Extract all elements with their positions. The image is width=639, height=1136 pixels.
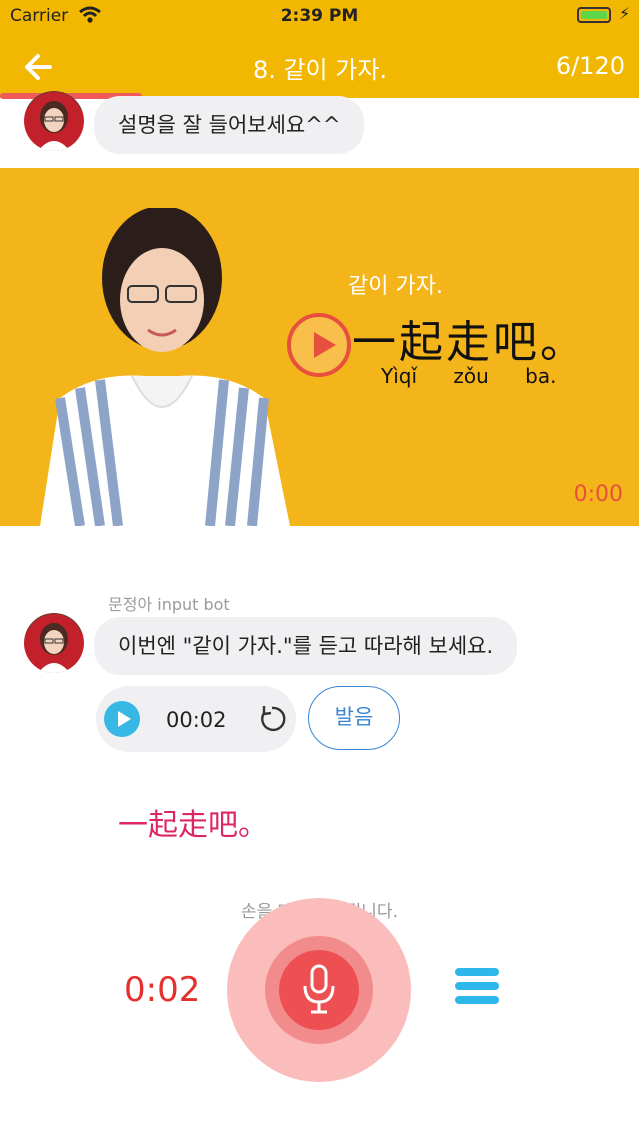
menu-icon[interactable] (455, 968, 499, 1008)
teacher-image (40, 208, 290, 526)
lesson-counter: 6/120 (555, 52, 625, 80)
answer-hanzi: 一起走吧。 (118, 808, 268, 843)
page-title: 8. 같이 가자. (252, 56, 388, 84)
bot-name: 문정아 input bot (108, 595, 230, 614)
video-hanzi: 一起走吧。 (352, 317, 587, 368)
video-pinyin: Yìqǐ zǒu ba. (381, 364, 557, 388)
bot-avatar (24, 613, 84, 673)
audio-time: 00:02 (166, 708, 227, 732)
lesson-video[interactable]: 같이 가자. 一起走吧。 Yìqǐ zǒu ba. 0:00 (0, 168, 639, 526)
microphone-icon (303, 964, 335, 1014)
video-time: 0:00 (573, 482, 623, 507)
back-arrow-icon[interactable] (20, 48, 60, 88)
video-subtitle: 같이 가자. (348, 274, 443, 299)
video-play-icon[interactable] (287, 313, 351, 377)
pronunciation-button[interactable]: 발음 (308, 686, 400, 750)
battery-icon (577, 7, 611, 23)
chat-bubble-intro: 설명을 잘 들어보세요^^ (94, 96, 365, 154)
teacher-avatar (24, 91, 84, 151)
audio-play-icon[interactable] (104, 701, 140, 737)
record-elapsed-time: 0:02 (124, 970, 201, 1010)
replay-icon[interactable] (256, 703, 288, 735)
charging-icon: ⚡ (619, 4, 631, 23)
status-time: 2:39 PM (280, 6, 359, 26)
chat-bubble-instruction: 이번엔 "같이 가자."를 듣고 따라해 보세요. (94, 617, 518, 675)
